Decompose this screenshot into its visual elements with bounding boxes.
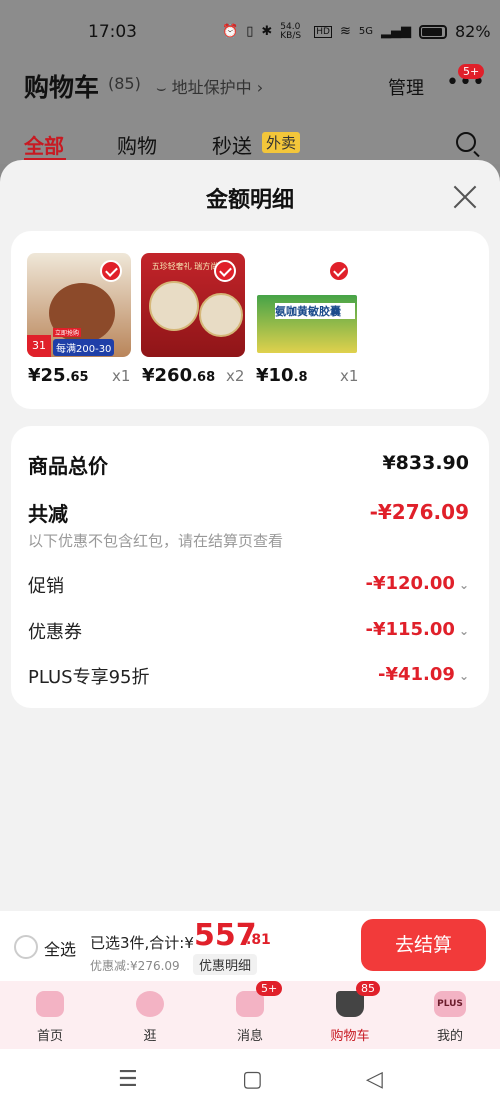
cart-badge: 85	[356, 981, 380, 996]
tab-shopping[interactable]: 购物	[117, 130, 157, 159]
battery-percent: 82%	[454, 22, 491, 41]
chevron-down-icon: ⌄	[458, 578, 469, 592]
product-check-icon[interactable]	[328, 260, 350, 282]
discount-detail-button[interactable]: 优惠明细	[193, 954, 258, 975]
nav-item-browse[interactable]: 逛	[100, 981, 200, 1049]
promo-row[interactable]: -¥120.00 ⌄	[365, 573, 469, 594]
price-dec: .8	[293, 370, 308, 385]
vibrate-icon: ▯	[246, 24, 254, 39]
battery-icon	[418, 24, 447, 39]
checkout-button[interactable]: 去结算	[361, 919, 486, 971]
manage-button[interactable]: 管理	[388, 74, 424, 100]
menu-icon[interactable]: ☰	[118, 1067, 138, 1092]
reduce-label: 共减	[28, 502, 68, 526]
nav-item-message[interactable]: 5+ 消息	[200, 981, 300, 1049]
select-all-radio[interactable]	[14, 935, 38, 959]
product-price: ¥260.68	[142, 365, 215, 386]
product-qty: x2	[226, 367, 245, 385]
hd-badge: HD	[314, 25, 332, 38]
price-summary: 商品总价 ¥833.90 共减 -¥276.09 以下优惠不包含红包，请在结算页…	[11, 426, 489, 708]
product-qty: x1	[340, 367, 359, 385]
chevron-down-icon: ⌄	[458, 669, 469, 683]
home-icon	[36, 991, 64, 1017]
plus-label: PLUS专享95折	[28, 667, 150, 688]
chevron-down-icon: ⌄	[458, 624, 469, 638]
medicine-box-text: 氨咖黄敏胶囊	[275, 303, 355, 319]
home-square-icon[interactable]: ▢	[242, 1067, 263, 1092]
promo-tag: 每满200-30	[53, 339, 115, 356]
checkout-total-cents: .81	[246, 932, 271, 948]
product-price-badge: 31	[27, 335, 51, 357]
select-all-label[interactable]: 全选	[44, 936, 76, 960]
net-speed: 54.0 KB/S	[280, 21, 302, 41]
shield-icon: ⌣	[156, 78, 172, 97]
nav-item-mine[interactable]: PLUS 我的	[400, 981, 500, 1049]
product-qty: x1	[112, 367, 131, 385]
nav-item-home[interactable]: 首页	[0, 981, 100, 1049]
product-price: ¥25.65	[28, 365, 89, 386]
promo-small: 立即抢购	[53, 328, 82, 337]
alarm-icon: ⏰	[222, 24, 239, 39]
price-dec: .65	[65, 370, 89, 385]
product-price: ¥10.8	[256, 365, 308, 386]
coupon-label: 优惠券	[28, 622, 82, 643]
nav-label: 逛	[143, 1029, 157, 1044]
promo-label: 促销	[28, 576, 64, 597]
signal-icon: ▂▄▆	[380, 24, 411, 39]
tab-all[interactable]: 全部	[24, 130, 64, 159]
coupon-row[interactable]: -¥115.00 ⌄	[365, 619, 469, 640]
system-nav: ☰ ▢ ◁	[0, 1049, 500, 1111]
wifi-icon: ≋	[339, 24, 351, 39]
coupon-value: -¥115.00	[365, 619, 455, 640]
product-check-icon[interactable]	[100, 260, 122, 282]
browse-icon	[136, 991, 164, 1017]
product-check-icon[interactable]	[214, 260, 236, 282]
bottom-nav: 首页 逛 5+ 消息 85 购物车 PLUS 我的	[0, 981, 500, 1049]
back-icon[interactable]: ◁	[366, 1067, 383, 1092]
status-time: 17:03	[88, 22, 137, 42]
page-title: 购物车	[24, 73, 100, 102]
nav-label: 首页	[36, 1029, 63, 1044]
bluetooth-icon: ✱	[261, 24, 273, 39]
price-int: ¥25	[28, 365, 66, 386]
sheet-title: 金额明细	[205, 188, 294, 213]
address-protect[interactable]: ⌣ 地址保护中 ›	[156, 74, 263, 98]
reduce-value: -¥276.09	[369, 500, 469, 524]
selected-summary: 已选3件,合计:¥	[90, 934, 194, 952]
promo-value: -¥120.00	[365, 573, 455, 594]
close-icon[interactable]	[452, 184, 478, 210]
product-list: 31 每满200-30 立即抢购 ¥25.65 x1 五珍轻奢礼 瑞方尚礼盒 ¥…	[11, 231, 489, 409]
nav-item-cart[interactable]: 85 购物车	[300, 981, 400, 1049]
plus-member-icon: PLUS	[434, 991, 466, 1017]
nav-label: 购物车	[330, 1029, 370, 1044]
price-int: ¥10	[256, 365, 294, 386]
plus-row[interactable]: -¥41.09 ⌄	[378, 664, 469, 685]
price-dec: .68	[192, 370, 216, 385]
search-icon[interactable]	[456, 132, 476, 152]
more-badge: 5+	[458, 64, 485, 79]
message-badge: 5+	[256, 981, 283, 996]
discount-text: 优惠减:¥276.09	[90, 959, 180, 973]
reduce-hint: 以下优惠不包含红包，请在结算页查看	[28, 532, 284, 550]
price-int: ¥260	[142, 365, 193, 386]
total-label: 商品总价	[28, 454, 108, 478]
nav-label: 消息	[236, 1029, 263, 1044]
nav-label: 我的	[436, 1029, 463, 1044]
status-icons: ⏰ ▯ ✱ 54.0 KB/S HD ≋ 5G ▂▄▆ 82%	[222, 22, 491, 41]
total-value: ¥833.90	[382, 452, 469, 474]
plus-value: -¥41.09	[378, 664, 455, 685]
address-label: 地址保护中	[171, 78, 252, 97]
tab-instant[interactable]: 秒送	[212, 130, 252, 159]
cart-count: (85)	[108, 74, 141, 93]
signal-label: 5G	[358, 26, 373, 37]
takeout-tag: 外卖	[262, 132, 301, 153]
